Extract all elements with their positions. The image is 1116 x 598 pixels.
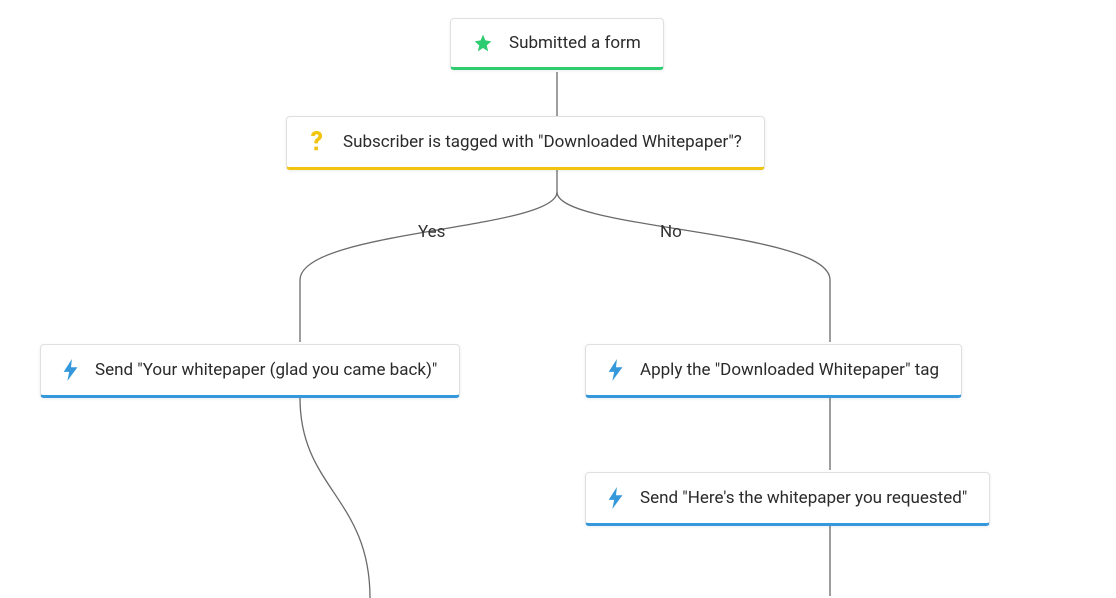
star-icon — [473, 33, 493, 53]
yes-action-node[interactable]: Send "Your whitepaper (glad you came bac… — [40, 344, 460, 398]
connector-condition-branch — [0, 170, 1116, 370]
trigger-label: Submitted a form — [509, 33, 641, 53]
no-action-2-node[interactable]: Send "Here's the whitepaper you requeste… — [585, 472, 990, 526]
no-action-2-label: Send "Here's the whitepaper you requeste… — [640, 488, 967, 508]
no-action-1-node[interactable]: Apply the "Downloaded Whitepaper" tag — [585, 344, 962, 398]
connector-trigger-to-condition — [556, 72, 558, 117]
lightning-icon — [608, 487, 624, 509]
condition-node[interactable]: Subscriber is tagged with "Downloaded Wh… — [286, 116, 765, 170]
connector-no-continue — [829, 526, 831, 596]
branch-label-no: No — [660, 222, 682, 242]
yes-action-label: Send "Your whitepaper (glad you came bac… — [95, 360, 437, 380]
question-icon — [309, 131, 327, 153]
connector-no-action1-to-action2 — [829, 398, 831, 470]
branch-label-yes: Yes — [418, 222, 445, 242]
trigger-node[interactable]: Submitted a form — [450, 18, 664, 70]
lightning-icon — [608, 359, 624, 381]
automation-flow-canvas: Submitted a form Subscriber is tagged wi… — [0, 0, 1116, 589]
condition-label: Subscriber is tagged with "Downloaded Wh… — [343, 132, 742, 152]
no-action-1-label: Apply the "Downloaded Whitepaper" tag — [640, 360, 939, 380]
lightning-icon — [63, 359, 79, 381]
